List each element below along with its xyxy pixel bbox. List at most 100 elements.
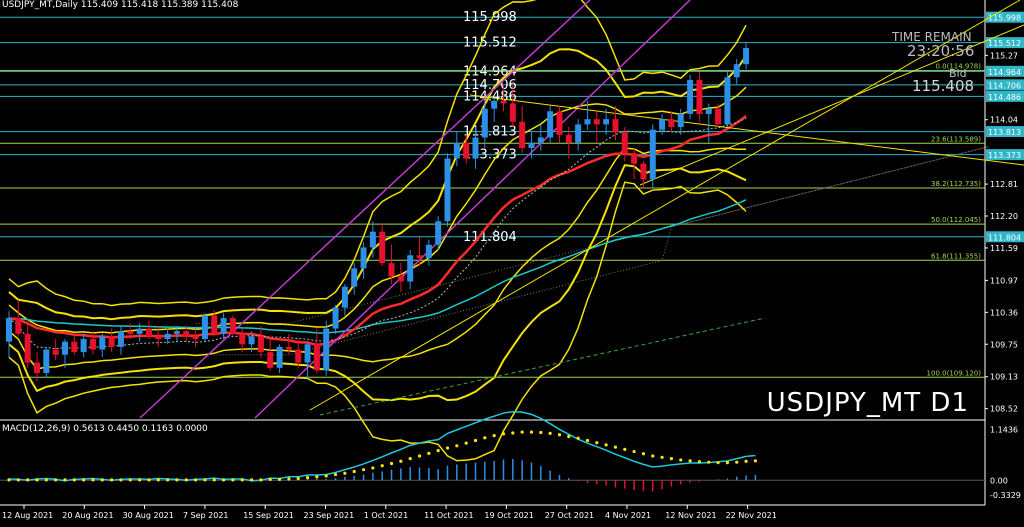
candle-body [80,339,87,353]
macd-signal-point [557,433,562,437]
macd-signal-point [221,478,226,482]
macd-signal-point [268,477,272,482]
candle-body [99,336,106,350]
y-tick-label: 115.27 [990,51,1018,60]
macd-signal-point [110,478,114,482]
macd-y-tick-label: 0.00 [990,476,1008,485]
candle-body [472,137,479,159]
macd-signal-point [455,444,459,448]
macd-signal-point [156,478,160,482]
macd-signal-point [688,459,692,463]
macd-signal-point [464,441,468,445]
candle-body [351,268,358,287]
macd-y-tick-label: 1.1436 [990,426,1018,435]
candle-body [715,108,722,125]
candle-body [239,333,246,345]
macd-signal-point [315,475,319,479]
macd-signal-point [147,478,151,482]
candle-body [220,318,227,334]
candle-body [6,318,12,342]
candle-body [491,100,498,109]
macd-signal-point [529,430,534,434]
macd-signal-point [623,447,627,451]
candle-body [397,276,404,282]
macd-signal-point [138,478,142,482]
candle-body [71,341,78,353]
candle-body [547,111,554,138]
fib-label: 50.0(112.045) [931,216,981,224]
candle-body [565,134,572,143]
level-price-label: 113.373 [988,151,1021,160]
candle-body [211,315,218,334]
macd-signal-point [63,478,67,482]
candle-body [453,142,460,159]
macd-signal-point [604,443,608,447]
macd-signal-point [753,459,758,463]
candle-body [425,244,432,258]
candle-body [155,336,162,340]
candle-body [192,336,199,340]
macd-signal-point [735,460,739,464]
macd-signal-point [305,476,310,480]
macd-signal-point [445,446,450,450]
macd-signal-point [324,474,328,478]
macd-signal-point [184,478,188,482]
candle-body [61,341,68,355]
level-label: 115.512 [463,36,517,51]
macd-signal-point [194,478,198,482]
candle-body [528,142,535,148]
candle-body [379,231,386,264]
candle-body [668,119,675,128]
candle-body [108,336,115,347]
candle-body [416,255,423,258]
fib-label: 61.8(111.355) [931,252,981,260]
macd-signal-point [44,478,48,482]
candle-body [341,286,348,308]
macd-signal-point [697,460,702,464]
macd-signal-point [585,438,590,443]
macd-signal-point [399,459,403,463]
macd-signal-point [212,478,216,482]
candle-body [640,163,647,180]
macd-signal-point [128,478,132,482]
level-price-label: 113.813 [988,128,1021,137]
candle-body [388,263,395,277]
macd-signal-point [54,478,58,482]
macd-signal-point [119,478,123,482]
macd-header: MACD(12,26,9) 0.5613 0.4450 0.1163 0.000… [2,424,208,434]
candle-body [332,307,339,329]
macd-signal-point [436,449,440,453]
candle-body [229,318,236,334]
macd-signal-point [511,431,515,435]
bid-value: 115.408 [912,77,975,95]
macd-signal-point [26,478,30,482]
level-price-label: 115.512 [988,39,1021,48]
macd-signal-point [707,460,711,464]
candle-body [267,352,274,368]
level-price-label: 114.964 [988,68,1021,77]
macd-signal-point [716,461,720,465]
candle-body [89,339,96,350]
candle-body [360,247,367,269]
macd-signal-point [296,476,300,481]
chart-area: 115.998 115.998 115.512 115.512 114.964 114.9… [0,0,1024,523]
candle-body [248,336,255,345]
candle-body [43,349,50,374]
x-tick-label: 7 Sep 2021 [183,511,229,520]
x-tick-label: 22 Nov 2021 [726,511,777,520]
candle-body [705,108,712,114]
candle-body [117,331,124,347]
level-price-label: 111.804 [988,233,1021,242]
level-label: 113.373 [463,148,517,163]
fib-label: 100.0(109.120) [927,369,982,377]
y-tick-label: 111.59 [990,244,1018,253]
macd-signal-point [203,478,207,482]
x-tick-label: 12 Aug 2021 [2,511,53,520]
macd-signal-point [287,477,291,481]
candle-body [164,333,171,340]
y-tick-label: 108.52 [990,405,1018,414]
candle-body [369,231,376,248]
macd-signal-point [72,478,76,482]
macd-signal-point [166,478,170,482]
macd-signal-point [660,455,664,459]
